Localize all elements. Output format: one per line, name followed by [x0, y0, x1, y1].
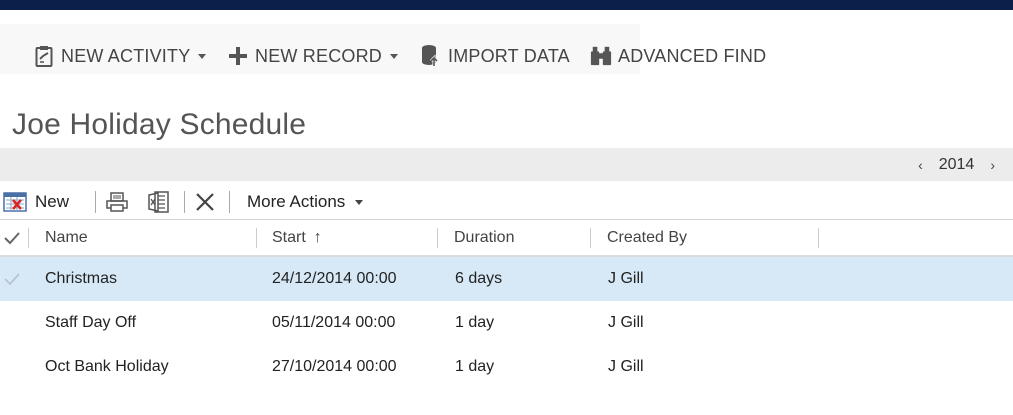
close-icon [195, 192, 215, 212]
cell-start: 05/11/2014 00:00 [272, 314, 396, 331]
checkmark-icon [4, 273, 20, 286]
new-activity-label: NEW ACTIVITY [61, 45, 191, 66]
export-button[interactable] [148, 187, 170, 217]
cell-name[interactable]: Christmas [45, 257, 117, 301]
table-row[interactable]: Christmas 24/12/2014 00:00 6 days J Gill [0, 257, 1013, 301]
delete-button[interactable] [195, 187, 215, 217]
advanced-find-button[interactable]: ADVANCED FIND [590, 40, 766, 72]
new-record-button[interactable]: NEW RECORD [227, 40, 398, 72]
chevron-down-icon [198, 53, 207, 59]
select-all-checkbox[interactable] [4, 220, 20, 256]
new-record-label: NEW RECORD [255, 45, 382, 66]
cell-name[interactable]: Staff Day Off [45, 301, 136, 345]
cell-created-by[interactable]: J Gill [608, 301, 644, 345]
table-row[interactable]: Staff Day Off 05/11/2014 00:00 1 day J G… [0, 301, 1013, 345]
new-button[interactable]: New [3, 187, 69, 217]
column-header-duration[interactable]: Duration [454, 220, 514, 256]
import-data-label: IMPORT DATA [448, 45, 570, 66]
new-button-label: New [35, 192, 70, 211]
table-row[interactable]: Oct Bank Holiday 27/10/2014 00:00 1 day … [0, 345, 1013, 389]
holiday-grid: Name Start ↑ Duration Created By Christm… [0, 219, 1013, 389]
import-data-button[interactable]: IMPORT DATA [420, 40, 570, 72]
cell-start: 24/12/2014 00:00 [272, 270, 397, 287]
year-navigator: ‹ 2014 › [912, 148, 1001, 181]
cell-name[interactable]: Oct Bank Holiday [45, 345, 169, 389]
cell-duration: 1 day [455, 314, 495, 331]
column-divider [818, 228, 819, 248]
column-divider [256, 228, 257, 248]
cell-created-by[interactable]: J Gill [608, 345, 644, 389]
clipboard-icon [33, 44, 55, 68]
advanced-find-label: ADVANCED FIND [618, 45, 767, 66]
cell-duration: 1 day [455, 358, 495, 375]
column-header-start[interactable]: Start ↑ [272, 220, 322, 256]
more-actions-button[interactable]: More Actions [247, 187, 364, 217]
plus-icon [227, 44, 249, 68]
top-banner [0, 0, 1013, 10]
export-sheet-icon [148, 191, 170, 213]
row-checkbox[interactable] [4, 257, 20, 301]
binoculars-icon [590, 44, 612, 68]
more-actions-label: More Actions [247, 192, 346, 211]
toolbar-divider [95, 191, 97, 213]
toolbar-divider [229, 191, 231, 213]
cell-created-by[interactable]: J Gill [608, 257, 644, 301]
printer-icon [106, 192, 128, 212]
column-divider [437, 228, 438, 248]
year-navigation-bar: ‹ 2014 › [0, 148, 1013, 181]
page-title: Joe Holiday Schedule [12, 108, 307, 141]
sort-ascending-icon: ↑ [313, 229, 322, 246]
chevron-down-icon [390, 53, 398, 59]
chevron-right-icon[interactable]: › [984, 157, 1001, 173]
toolbar-divider [184, 191, 186, 213]
checkmark-icon [4, 232, 20, 245]
database-import-icon [420, 44, 442, 68]
chevron-down-icon [355, 199, 364, 205]
new-record-grid-icon [3, 191, 27, 213]
column-header-created-by[interactable]: Created By [607, 220, 687, 256]
column-divider [28, 228, 29, 248]
chevron-left-icon[interactable]: ‹ [912, 157, 929, 173]
column-divider [590, 228, 591, 248]
grid-header: Name Start ↑ Duration Created By [0, 219, 1013, 257]
new-activity-button[interactable]: NEW ACTIVITY [33, 40, 207, 72]
column-header-name[interactable]: Name [45, 220, 88, 256]
cell-duration: 6 days [455, 270, 503, 287]
cell-start: 27/10/2014 00:00 [272, 358, 397, 375]
year-label: 2014 [938, 155, 975, 173]
print-button[interactable] [106, 187, 128, 217]
grid-toolbar: New More Actions [0, 186, 1013, 218]
column-header-start-label: Start [272, 229, 306, 246]
